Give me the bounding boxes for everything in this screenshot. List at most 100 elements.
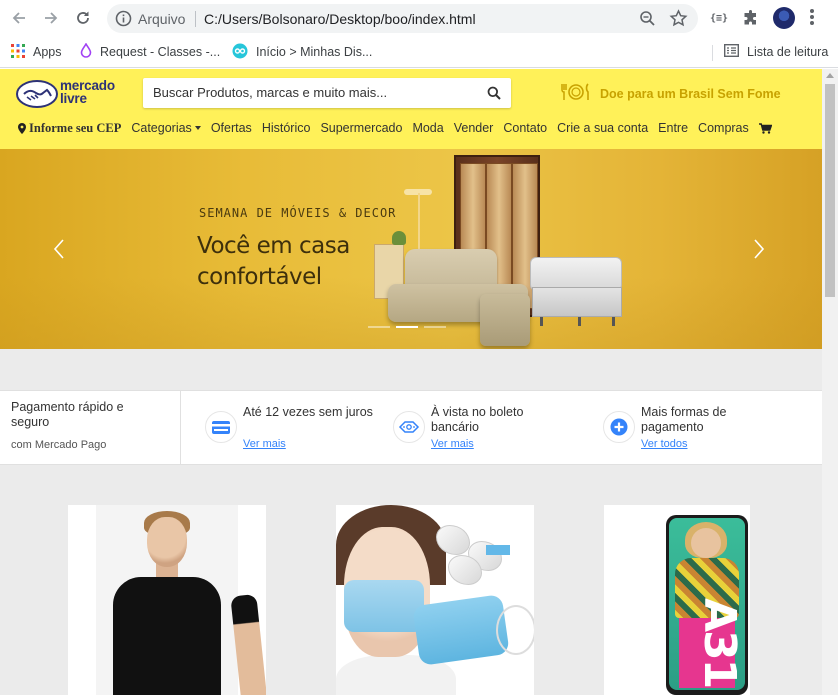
url-text[interactable]: C:/Users/Bolsonaro/Desktop/boo/index.htm…: [204, 11, 476, 27]
phone-model-label: A31: [694, 598, 745, 688]
nav-cep-label: Informe seu CEP: [29, 120, 122, 135]
bookmark-star-icon[interactable]: [669, 9, 688, 31]
hero-title-line-2: confortável: [197, 264, 322, 290]
payment-methods-strip: Pagamento rápido e seguro com Mercado Pa…: [0, 390, 822, 465]
handshake-logo-icon: [16, 80, 58, 108]
search-bar: [143, 78, 511, 108]
logo-wordmark: mercado livre: [60, 79, 115, 106]
map-pin-icon: [18, 122, 26, 134]
reading-list-label: Lista de leitura: [747, 45, 829, 59]
product-image-phone: A31: [666, 515, 748, 695]
main-nav: Informe seu CEP Categorias Ofertas Histó…: [18, 120, 782, 136]
carousel-prev-button[interactable]: [52, 239, 66, 259]
info-icon[interactable]: [115, 10, 132, 30]
browser-toolbar: Arquivo C:/Users/Bolsonaro/Desktop/boo/i…: [0, 0, 838, 37]
product-card-masks[interactable]: [336, 505, 534, 695]
nav-ofertas[interactable]: Ofertas: [211, 121, 252, 135]
extensions-button[interactable]: [740, 7, 762, 29]
page-scrollbar[interactable]: [822, 69, 838, 695]
nav-contato[interactable]: Contato: [503, 121, 547, 135]
extension-devtools-button[interactable]: {≡}: [708, 7, 730, 29]
search-input[interactable]: [153, 85, 473, 100]
nav-historico[interactable]: Histórico: [262, 121, 311, 135]
bookmark-request-classes[interactable]: Request - Classes -...: [80, 42, 221, 61]
plus-icon: [603, 411, 635, 443]
scroll-up-arrow-icon[interactable]: [826, 73, 834, 78]
nav-moda[interactable]: Moda: [412, 121, 443, 135]
back-button[interactable]: [8, 7, 30, 29]
more-menu-icon[interactable]: [810, 9, 814, 27]
nav-compras[interactable]: Compras: [698, 121, 749, 135]
promo-banner[interactable]: Doe para um Brasil Sem Fome: [560, 82, 781, 105]
carousel-next-button[interactable]: [752, 239, 766, 259]
payment-more-link[interactable]: Ver todos: [641, 438, 687, 450]
profile-avatar[interactable]: [773, 7, 795, 29]
carousel-dot[interactable]: [368, 326, 390, 328]
bookmark-apps[interactable]: Apps: [11, 43, 62, 61]
reading-list-icon: [723, 43, 740, 60]
arrow-left-icon: [12, 12, 25, 24]
payment-boleto-title: À vista no boleto bancário: [431, 405, 524, 434]
payment-intro-title: Pagamento rápido e seguro: [11, 400, 124, 429]
forward-button[interactable]: [40, 7, 62, 29]
droplet-icon: [80, 42, 92, 61]
nav-categorias[interactable]: Categorias: [131, 121, 201, 135]
carousel-dot-active[interactable]: [396, 326, 418, 328]
site-header: mercado livre Doe para um Brasil Sem Fom…: [0, 69, 822, 149]
nav-vender[interactable]: Vender: [454, 121, 494, 135]
payment-intro-sub: com Mercado Pago: [11, 439, 107, 451]
reload-icon: [77, 11, 89, 24]
chevron-left-icon: [53, 239, 64, 259]
hero-title-line-1: Você em casa: [197, 233, 350, 259]
nav-entre[interactable]: Entre: [658, 121, 688, 135]
hero-title: Você em casa confortável: [197, 231, 387, 293]
page-viewport: mercado livre Doe para um Brasil Sem Fom…: [0, 69, 822, 695]
bookmarks-bar: Apps Request - Classes -... Início > Min…: [0, 37, 838, 68]
nav-label: Categorias: [131, 121, 192, 135]
hero-carousel[interactable]: SEMANA DE MÓVEIS & DECOR Você em casa co…: [0, 149, 822, 349]
bookmark-label: Apps: [33, 45, 62, 59]
nav-crie-conta[interactable]: Crie a sua conta: [557, 121, 648, 135]
omnibox-divider: [195, 11, 196, 27]
ring-icon: [232, 43, 248, 62]
apps-grid-icon: [11, 43, 25, 61]
bookmark-label: Início > Minhas Dis...: [256, 45, 373, 59]
nav-supermercado[interactable]: Supermercado: [320, 121, 402, 135]
payment-installments: Até 12 vezes sem juros Ver mais: [205, 405, 385, 455]
reload-button[interactable]: [72, 7, 94, 29]
hero-kicker: SEMANA DE MÓVEIS & DECOR: [199, 206, 397, 220]
bookmark-label: Request - Classes -...: [100, 45, 221, 59]
search-button[interactable]: [487, 86, 501, 103]
mercado-livre-logo[interactable]: mercado livre: [16, 79, 126, 109]
site-info-label[interactable]: Arquivo: [138, 11, 185, 27]
bookmarks-divider: [712, 45, 713, 61]
promo-text: Doe para um Brasil Sem Fome: [600, 86, 781, 101]
payment-more-title: Mais formas de pagamento: [641, 405, 727, 434]
product-card-tshirt[interactable]: [68, 505, 266, 695]
nav-cep[interactable]: Informe seu CEP: [18, 121, 121, 136]
scrollbar-thumb[interactable]: [825, 84, 835, 297]
product-image-tshirt: [96, 505, 266, 695]
arrow-right-icon: [45, 12, 58, 24]
payment-installments-title: Até 12 vezes sem juros: [243, 405, 373, 419]
carousel-dot[interactable]: [424, 326, 446, 328]
address-bar[interactable]: Arquivo C:/Users/Bolsonaro/Desktop/boo/i…: [107, 4, 698, 33]
carousel-indicators: [368, 326, 452, 328]
payment-boleto: À vista no boleto bancário Ver mais: [393, 405, 573, 455]
payment-installments-link[interactable]: Ver mais: [243, 438, 286, 450]
reading-list-button[interactable]: Lista de leitura: [723, 43, 829, 61]
caret-down-icon: [194, 126, 201, 130]
zoom-icon[interactable]: [639, 10, 656, 30]
logo-line-2: livre: [60, 91, 87, 106]
search-icon: [487, 86, 501, 100]
payment-more-options: Mais formas de pagamento Ver todos: [603, 405, 783, 455]
credit-card-icon: [205, 411, 237, 443]
code-braces-icon: {≡}: [709, 12, 729, 24]
plate-cutlery-icon: [560, 82, 592, 105]
payment-boleto-link[interactable]: Ver mais: [431, 438, 474, 450]
cash-icon: [393, 411, 425, 443]
cart-icon[interactable]: [758, 122, 772, 134]
bookmark-inicio[interactable]: Início > Minhas Dis...: [232, 43, 372, 61]
puzzle-icon: [744, 10, 756, 25]
product-card-phone[interactable]: A31: [604, 505, 750, 695]
